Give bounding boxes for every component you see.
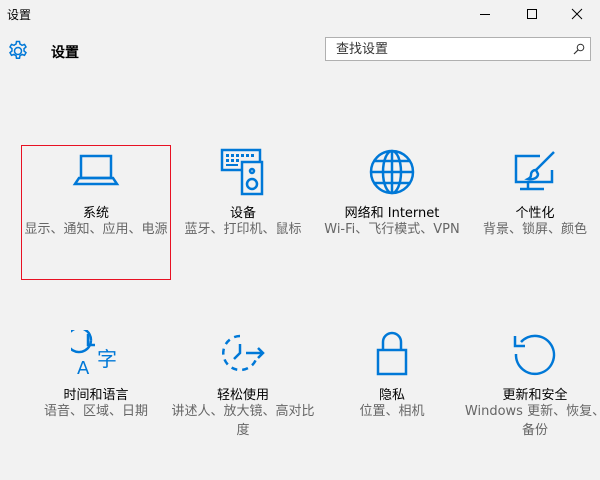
keyboard-speaker-icon: [220, 148, 264, 196]
tile-label: 系统: [82, 206, 109, 221]
tile-description: 位置、相机: [359, 404, 425, 419]
tile-label: 个性化: [515, 206, 555, 221]
tile-description: Wi-Fi、飞行模式、VPN: [324, 222, 460, 237]
close-icon: [571, 8, 583, 20]
tile-devices[interactable]: 设备 蓝牙、打印机、鼠标: [168, 148, 318, 278]
personalize-icon: [514, 151, 555, 191]
page-title: 设置: [51, 45, 79, 61]
time-language-icon: A 字: [71, 330, 117, 376]
tile-label: 时间和语言: [63, 388, 129, 403]
minimize-button[interactable]: [462, 0, 508, 28]
svg-text:字: 字: [97, 347, 117, 371]
tile-time-language[interactable]: A 字 时间和语言 语音、区域、日期: [21, 330, 171, 460]
maximize-button[interactable]: [509, 0, 555, 28]
tile-label: 网络和 Internet: [344, 206, 440, 221]
tile-privacy[interactable]: 隐私 位置、相机: [317, 330, 467, 460]
tile-description: 背景、锁屏、颜色: [482, 222, 587, 237]
ease-of-access-icon: [222, 334, 265, 372]
svg-text:A: A: [77, 358, 90, 376]
laptop-icon: [72, 154, 120, 186]
search-box[interactable]: [325, 37, 591, 61]
tile-ease-of-access[interactable]: 轻松使用 讲述人、放大镜、高对比度: [168, 330, 318, 460]
globe-icon: [369, 149, 415, 195]
tile-description: 讲述人、放大镜、高对比度: [171, 404, 315, 438]
lock-icon: [376, 331, 408, 376]
gear-icon: [9, 40, 27, 59]
tile-personalization[interactable]: 个性化 背景、锁屏、颜色: [460, 148, 600, 278]
update-icon: [513, 334, 556, 376]
tile-update-security[interactable]: 更新和安全 Windows 更新、恢复、备份: [460, 330, 600, 460]
tile-label: 设备: [229, 206, 256, 221]
minimize-icon: [480, 14, 490, 15]
tile-label: 更新和安全: [502, 388, 568, 403]
window-title: 设置: [7, 8, 32, 22]
tile-description: Windows 更新、恢复、备份: [464, 404, 600, 438]
search-icon[interactable]: [573, 43, 585, 55]
tile-description: 语音、区域、日期: [43, 404, 148, 419]
tile-label: 轻松使用: [216, 388, 269, 403]
tile-network[interactable]: 网络和 Internet Wi-Fi、飞行模式、VPN: [317, 148, 467, 278]
maximize-icon: [527, 9, 537, 19]
tile-label: 隐私: [378, 388, 405, 403]
tile-description: 蓝牙、打印机、鼠标: [184, 222, 302, 237]
tile-system[interactable]: 系统 显示、通知、应用、电源: [21, 148, 171, 278]
close-button[interactable]: [554, 0, 600, 28]
search-input[interactable]: [326, 38, 562, 60]
title-bar: 设置: [0, 0, 600, 28]
tile-description: 显示、通知、应用、电源: [24, 222, 168, 237]
